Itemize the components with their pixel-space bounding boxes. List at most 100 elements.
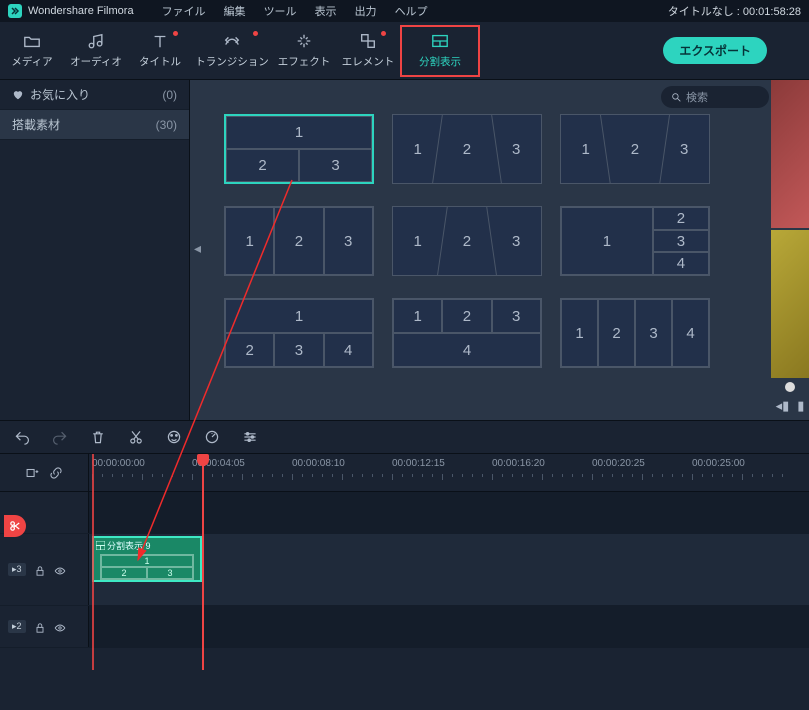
ruler-t2: 00:00:08:10 (292, 458, 345, 469)
menu-file[interactable]: ファイル (162, 3, 206, 19)
color-icon[interactable] (166, 429, 182, 445)
tpl-cell: 4 (393, 333, 541, 367)
template-panel: 検索 ◂ 1 2 3 1 2 3 1 2 3 (190, 80, 809, 420)
sidebar-favorites[interactable]: お気に入り (0) (0, 80, 189, 110)
settings-icon[interactable] (242, 429, 258, 445)
tpl-cell: 1 (561, 207, 653, 275)
tool-audio-label: オーディオ (70, 54, 122, 69)
sidebar: お気に入り (0) 搭載素材 (30) (0, 80, 190, 420)
prev-button[interactable]: ◂▮ (776, 398, 790, 414)
undo-icon[interactable] (14, 429, 30, 445)
tpl-cell: 1 (561, 299, 598, 367)
notify-dot (253, 31, 258, 36)
scissors-marker-icon[interactable] (4, 515, 26, 537)
tpl-cell: 1 (225, 207, 274, 275)
tpl-cell: 3 (324, 207, 373, 275)
collapse-sidebar-icon[interactable]: ◂ (194, 240, 201, 257)
track-audio-spacer (0, 492, 809, 534)
lock-icon[interactable] (34, 621, 46, 633)
tpl-cell: 2 (225, 333, 274, 367)
eye-icon[interactable] (54, 564, 66, 576)
add-track-icon[interactable] (25, 466, 39, 480)
tpl-cell: 1 (226, 116, 372, 149)
tpl-cell: 3 (299, 149, 372, 182)
sidebar-packed[interactable]: 搭載素材 (30) (0, 110, 189, 140)
redo-icon[interactable] (52, 429, 68, 445)
template-3col[interactable]: 1 2 3 (224, 206, 374, 276)
eye-icon[interactable] (54, 621, 66, 633)
playhead-start (92, 454, 94, 670)
tpl-cell: 1 (225, 299, 373, 333)
timeline-ruler[interactable]: 00:00:00:00 00:00:04:05 00:00:08:10 00:0… (88, 454, 809, 491)
preview-thumb-2[interactable] (771, 230, 809, 378)
search-icon (671, 92, 682, 103)
delete-icon[interactable] (90, 429, 106, 445)
template-diag-123b[interactable]: 1 2 3 (560, 114, 710, 184)
heart-icon (12, 89, 24, 101)
notify-dot (381, 31, 386, 36)
export-button[interactable]: エクスポート (663, 37, 767, 64)
preview-slider[interactable] (785, 382, 795, 392)
template-4col[interactable]: 1 2 3 4 (560, 298, 710, 368)
link-icon[interactable] (49, 466, 63, 480)
preview-thumb-1[interactable] (771, 80, 809, 228)
tpl-cell: 2 (598, 299, 635, 367)
tool-title[interactable]: タイトル (128, 25, 192, 77)
template-3col-diag[interactable]: 1 2 3 (392, 206, 542, 276)
timeline-toolbar (0, 420, 809, 454)
search-input[interactable]: 検索 (661, 86, 769, 108)
preview-panel: ◂▮ ▮ (771, 80, 809, 420)
menu-edit[interactable]: 編集 (224, 3, 246, 19)
tpl-cell: 2 (442, 299, 491, 333)
track-badge: ▸2 (8, 620, 26, 633)
tool-element[interactable]: エレメント (336, 25, 400, 77)
split-icon (431, 32, 449, 50)
ruler-t6: 00:00:25:00 (692, 458, 745, 469)
ruler-t5: 00:00:20:25 (592, 458, 645, 469)
tool-split[interactable]: 分割表示 (400, 25, 480, 77)
titlebar: Wondershare Filmora ファイル 編集 ツール 表示 出力 ヘル… (0, 0, 809, 22)
tool-split-label: 分割表示 (419, 54, 461, 69)
tool-transition[interactable]: トランジション (192, 25, 272, 77)
tpl-cell: 2 (274, 207, 323, 275)
tpl-cell: 4 (324, 333, 373, 367)
sidebar-fav-label: お気に入り (30, 86, 90, 103)
tpl-cell: 3 (635, 299, 672, 367)
cut-icon[interactable] (128, 429, 144, 445)
template-1-2-3[interactable]: 1 2 3 (224, 114, 374, 184)
play-button[interactable]: ▮ (797, 398, 804, 414)
menu-tool[interactable]: ツール (264, 3, 297, 19)
clip-name: 分割表示 9 (107, 539, 151, 552)
clip-cell: 1 (101, 555, 193, 567)
tool-effect-label: エフェクト (278, 54, 331, 69)
menu-help[interactable]: ヘルプ (395, 3, 428, 19)
tool-effect[interactable]: エフェクト (272, 25, 336, 77)
tool-transition-label: トランジション (195, 54, 269, 69)
tpl-cell: 1 (393, 299, 442, 333)
music-icon (87, 32, 105, 50)
template-diag-123[interactable]: 1 2 3 (392, 114, 542, 184)
project-name: タイトルなし (668, 6, 734, 18)
notify-dot (173, 31, 178, 36)
clip-cell: 3 (147, 567, 193, 579)
tool-audio[interactable]: オーディオ (64, 25, 128, 77)
tpl-cell: 3 (653, 230, 709, 253)
sparkle-icon (295, 32, 313, 50)
app-logo (8, 4, 22, 18)
tpl-cell: 3 (492, 299, 541, 333)
menu-output[interactable]: 出力 (355, 3, 377, 19)
speed-icon[interactable] (204, 429, 220, 445)
lock-icon[interactable] (34, 564, 46, 576)
tool-title-label: タイトル (139, 54, 181, 69)
tool-media[interactable]: メディア (0, 25, 64, 77)
track-video-2: ▸2 (0, 606, 809, 648)
template-123-4[interactable]: 1 2 3 4 (392, 298, 542, 368)
playhead[interactable] (202, 454, 204, 670)
menubar: ファイル 編集 ツール 表示 出力 ヘルプ (162, 3, 428, 19)
shapes-icon (359, 32, 377, 50)
timeline-clip[interactable]: 分割表示 9 1 23 (92, 536, 202, 582)
ruler-t0: 00:00:00:00 (92, 458, 145, 469)
template-1-234stack[interactable]: 1 2 3 4 (560, 206, 710, 276)
menu-view[interactable]: 表示 (315, 3, 337, 19)
template-1-234[interactable]: 1 2 3 4 (224, 298, 374, 368)
